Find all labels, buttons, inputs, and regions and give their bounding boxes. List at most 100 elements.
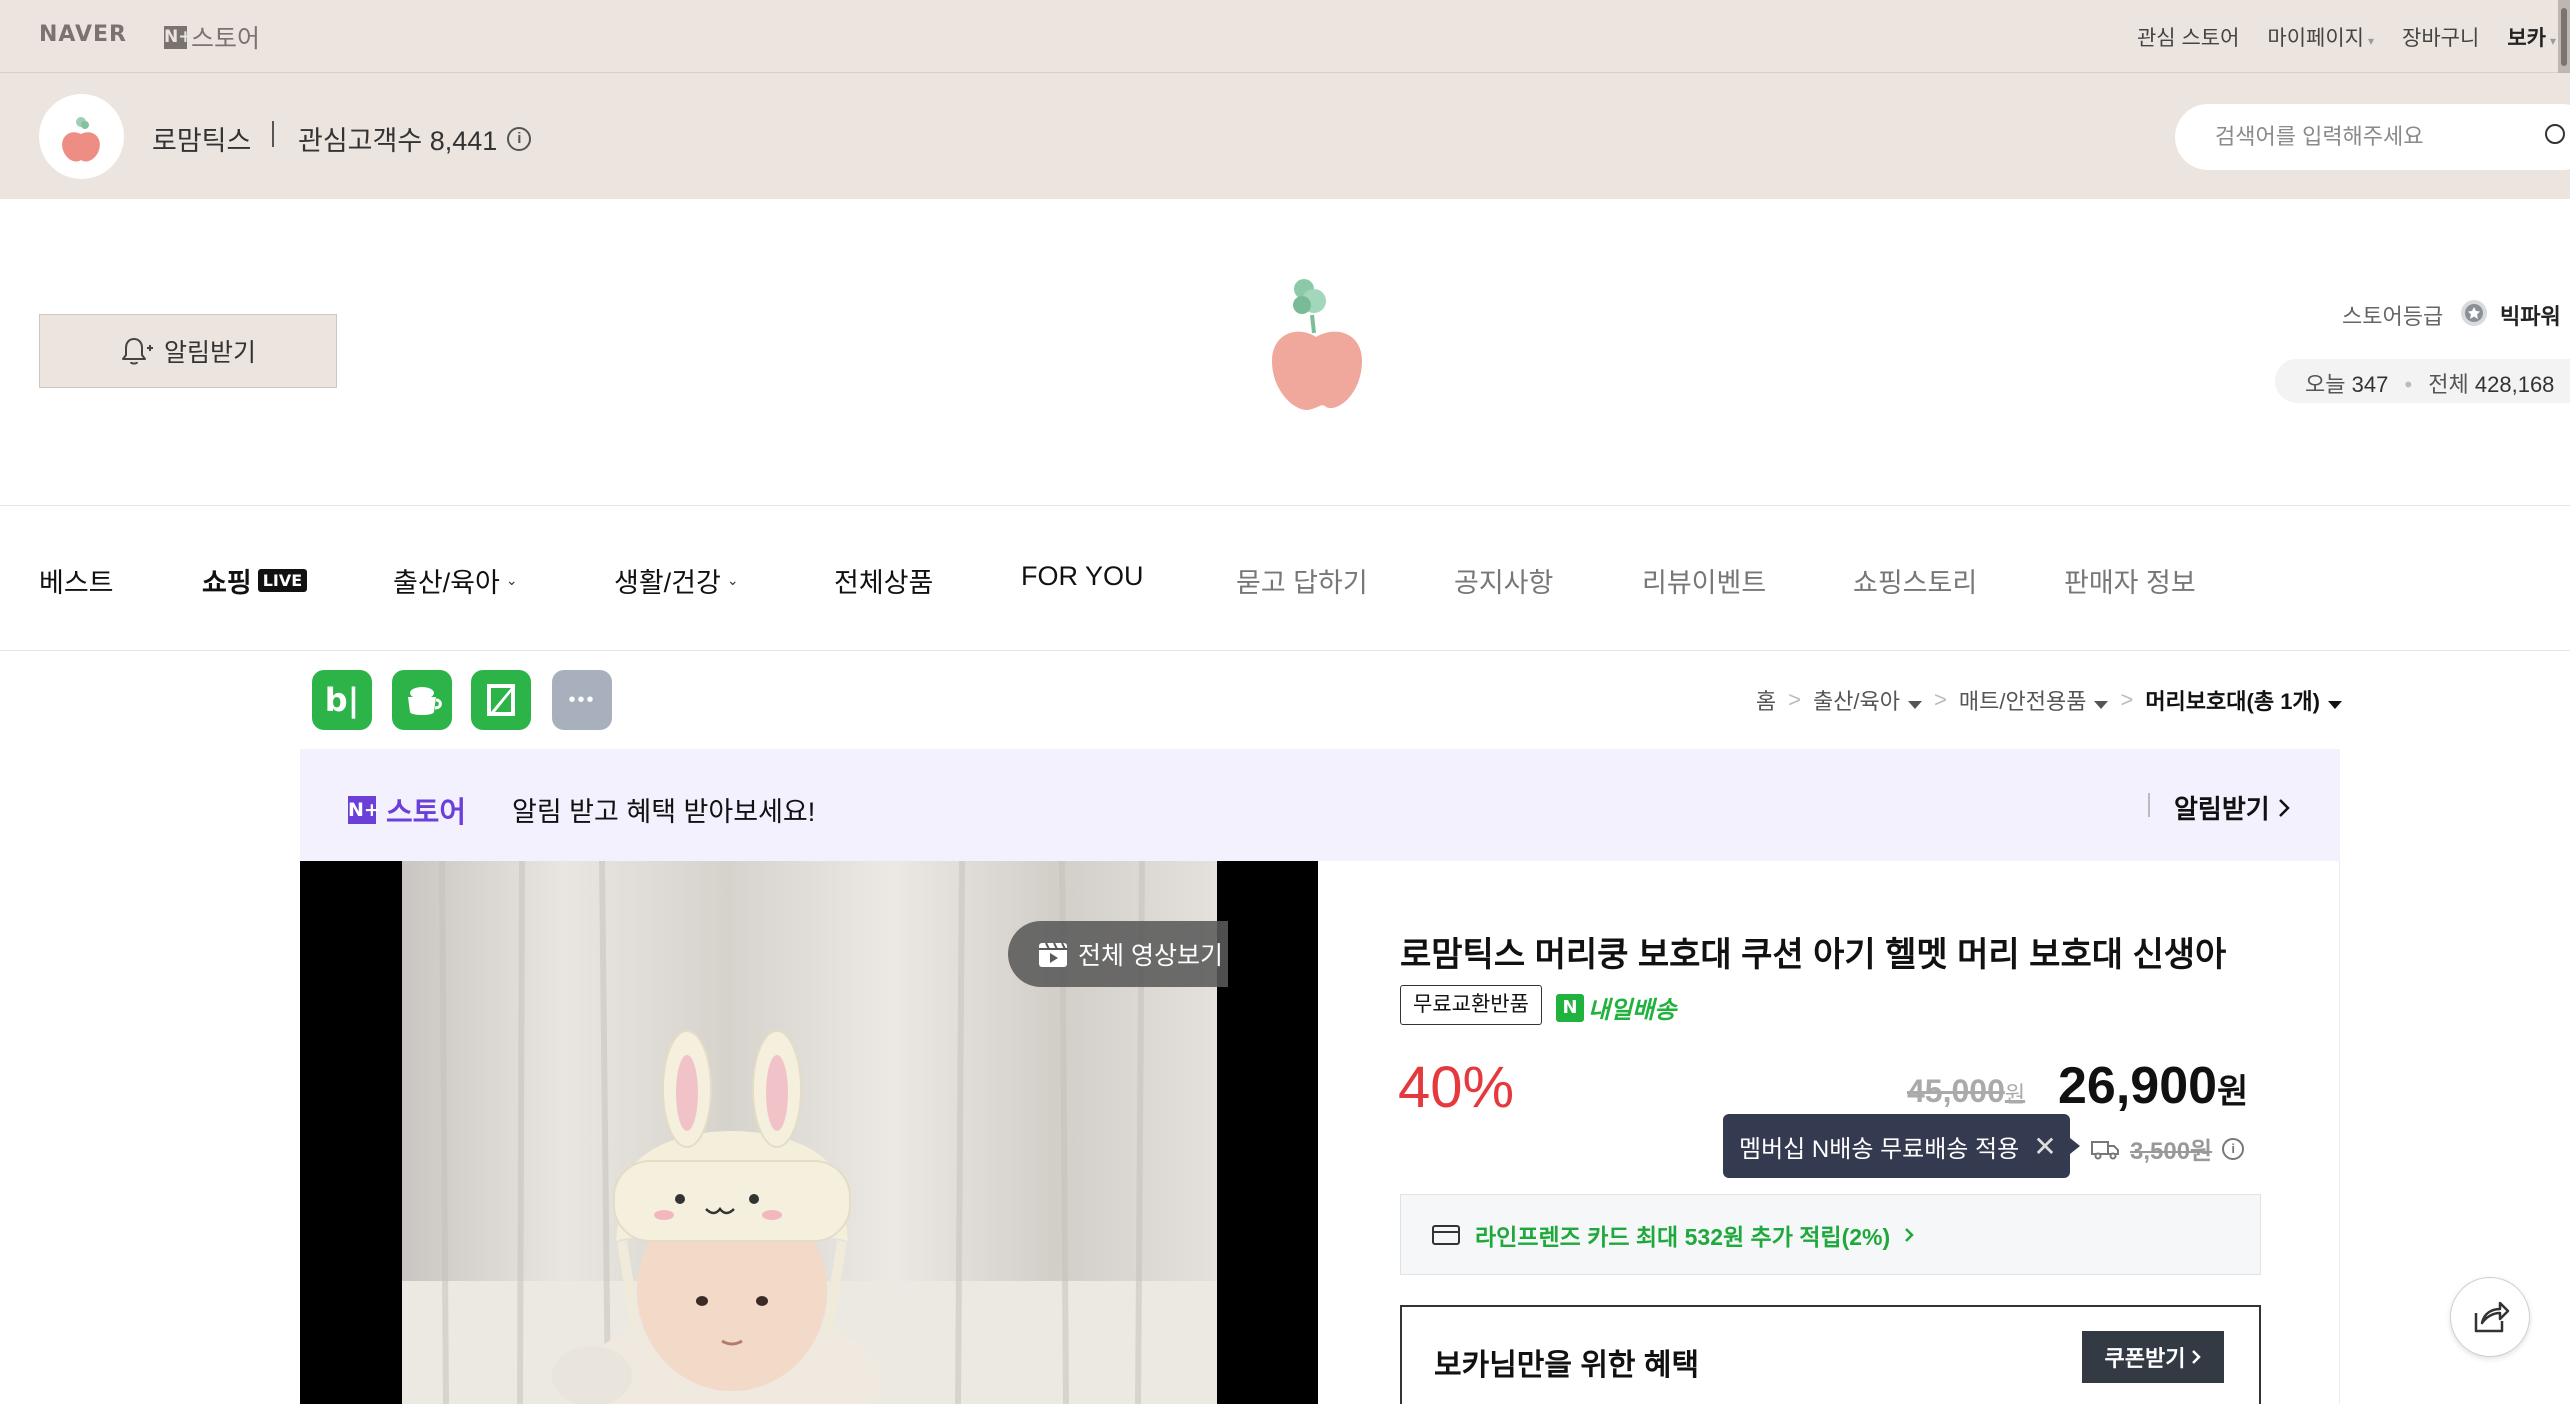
share-band-icon[interactable]	[471, 670, 531, 730]
nav-for-you[interactable]: FOR YOU	[1021, 561, 1144, 592]
nav-seller-info[interactable]: 판매자 정보	[2064, 561, 2196, 600]
followers-count: 관심고객수 8,441	[298, 126, 498, 156]
chevron-right-icon: >	[1934, 687, 1947, 712]
nav-best[interactable]: 베스트	[39, 561, 114, 600]
nplus-box: N+	[348, 796, 380, 824]
breadcrumb-current-count: (총 1개)	[2246, 689, 2320, 714]
nav-notice[interactable]: 공지사항	[1454, 561, 1553, 600]
breadcrumb-current[interactable]: 머리보호대(총 1개)	[2145, 684, 2342, 716]
info-icon[interactable]: i	[2222, 1137, 2245, 1160]
banner-alarm-link[interactable]: 알림받기	[2174, 789, 2290, 826]
today-label: 오늘	[2305, 372, 2346, 397]
breadcrumb-cat2[interactable]: 매트/안전용품	[1959, 684, 2109, 716]
nstore-logo[interactable]: N+ 스토어	[164, 19, 260, 55]
store-header: 알림받기 스토어등급 빅파워 오늘 347 • 전체 428,168	[0, 199, 2570, 506]
store-logo-apple[interactable]	[1262, 275, 1372, 425]
nstore-logo-text: 스토어	[191, 25, 261, 53]
original-price-unit: 원	[2004, 1082, 2026, 1107]
original-price: 45,000원	[1907, 1073, 2025, 1110]
nav-review-event[interactable]: 리뷰이벤트	[1642, 561, 1766, 600]
banner-alarm-label: 알림받기	[2174, 794, 2270, 824]
close-icon[interactable]: ✕	[2033, 1130, 2056, 1163]
discount-rate: 40%	[1398, 1055, 1515, 1120]
shipping-fee: 3,500원	[2130, 1138, 2213, 1165]
cart-link[interactable]: 장바구니	[2402, 22, 2479, 52]
chevron-right-icon: >	[1788, 687, 1801, 712]
triangle-down-icon	[2328, 701, 2342, 709]
nav-all-products[interactable]: 전체상품	[834, 561, 933, 600]
n-delivery-icon: N	[1556, 993, 1584, 1022]
share-blog-icon[interactable]: b|	[312, 670, 372, 730]
chevron-right-icon: >	[2120, 687, 2134, 712]
view-all-videos-label: 전체 영상보기	[1078, 942, 1223, 970]
band-icon	[487, 684, 515, 716]
total-count: 428,168	[2474, 372, 2555, 397]
video-play-icon	[1039, 942, 1067, 967]
global-top-bar: NAVER N+ 스토어 관심 스토어 마이페이지 ▾ 장바구니 보카 ▾	[0, 0, 2570, 73]
chevron-right-icon	[1905, 1227, 1914, 1242]
breadcrumb-cat1[interactable]: 출산/육아	[1812, 684, 1923, 716]
alarm-button[interactable]: 알림받기	[39, 314, 337, 388]
cafe-cup-icon	[408, 687, 442, 715]
store-name[interactable]: 로맘틱스	[152, 119, 251, 158]
divider	[272, 121, 274, 147]
store-bar: 로맘틱스 관심고객수 8,441 i	[0, 73, 2570, 199]
shipping-fee-row: 3,500원 i	[2090, 1131, 2245, 1166]
store-grade-value: 빅파워	[2500, 304, 2561, 329]
scrollbar[interactable]	[2558, 0, 2570, 73]
member-coupon-box: 보카님만을 위한 혜택 쿠폰받기	[1400, 1305, 2261, 1404]
store-followers: 관심고객수 8,441 i	[298, 119, 532, 158]
chevron-down-icon: ⌄	[726, 572, 739, 588]
breadcrumb-home[interactable]: 홈	[1756, 684, 1776, 716]
chevron-down-icon: ▾	[2368, 34, 2375, 48]
floating-share-button[interactable]	[2450, 1277, 2530, 1357]
view-all-videos-button[interactable]: 전체 영상보기	[1008, 921, 1228, 987]
nstore-banner-logo: N+ 스토어	[348, 789, 466, 831]
card-benefit-box[interactable]: 라인프렌즈 카드 최대 532원 추가 적립(2%)	[1400, 1194, 2261, 1275]
breadcrumb: 홈 > 출산/육아 > 매트/안전용품 > 머리보호대(총 1개)	[1756, 684, 2342, 716]
live-badge: LIVE	[257, 569, 308, 592]
search-box	[2175, 104, 2570, 170]
user-menu[interactable]: 보카 ▾	[2507, 22, 2556, 52]
triangle-down-icon	[1908, 701, 1923, 709]
breadcrumb-cat1-label: 출산/육아	[1812, 689, 1901, 714]
nav-qna[interactable]: 묻고 답하기	[1236, 561, 1368, 600]
info-icon[interactable]: i	[507, 126, 532, 151]
product-title: 로맘틱스 머리쿵 보호대 쿠션 아기 헬멧 머리 보호대 신생아	[1400, 936, 2227, 974]
get-coupon-label: 쿠폰받기	[2104, 1346, 2186, 1371]
naver-logo[interactable]: NAVER	[39, 22, 127, 47]
store-avatar[interactable]	[39, 94, 124, 179]
sale-price-value: 26,900	[2058, 1057, 2218, 1115]
breadcrumb-cat2-label: 매트/안전용품	[1958, 689, 2087, 714]
nav-life-health[interactable]: 생활/건강 ⌄	[614, 561, 739, 600]
sale-price: 26,900원	[2058, 1056, 2248, 1116]
total-label: 전체	[2428, 372, 2469, 397]
get-coupon-button[interactable]: 쿠폰받기	[2082, 1331, 2224, 1383]
category-nav: 베스트 쇼핑 LIVE 출산/육아 ⌄ 생활/건강 ⌄ 전체상품 FOR YOU…	[0, 506, 2570, 651]
credit-card-icon	[1432, 1224, 1460, 1245]
interest-store-link[interactable]: 관심 스토어	[2137, 22, 2239, 52]
share-cafe-icon[interactable]	[392, 670, 452, 730]
next-day-delivery-label: 내일배송	[1588, 997, 1677, 1024]
nav-birth-parenting[interactable]: 출산/육아 ⌄	[393, 561, 518, 600]
nav-shopping-live[interactable]: 쇼핑 LIVE	[202, 561, 308, 600]
breadcrumb-current-label: 머리보호대	[2145, 689, 2247, 714]
apple-logo-icon	[62, 117, 100, 162]
nav-birth-label: 출산/육아	[393, 568, 500, 598]
search-input[interactable]	[2215, 118, 2515, 156]
sale-price-unit: 원	[2217, 1073, 2249, 1111]
search-icon[interactable]	[2544, 123, 2570, 149]
alarm-button-label: 알림받기	[163, 339, 256, 367]
mypage-label: 마이페이지	[2267, 27, 2365, 50]
nav-shopping-story[interactable]: 쇼핑스토리	[1853, 561, 1977, 600]
triangle-down-icon	[2094, 701, 2109, 709]
next-day-delivery-tag: N 내일배송	[1556, 990, 1676, 1025]
chevron-right-icon	[2192, 1350, 2202, 1364]
card-benefit-text: 라인프렌즈 카드 최대 532원 추가 적립(2%)	[1475, 1223, 1891, 1250]
alarm-benefit-banner: N+ 스토어 알림 받고 혜택 받아보세요! 알림받기	[300, 749, 2340, 861]
original-price-value: 45,000	[1907, 1073, 2005, 1109]
mypage-link[interactable]: 마이페이지 ▾	[2267, 22, 2374, 52]
share-more-icon[interactable]: •••	[552, 670, 612, 730]
store-grade-label: 스토어등급	[2342, 304, 2444, 329]
top-nav: 관심 스토어 마이페이지 ▾ 장바구니 보카 ▾	[2137, 24, 2570, 50]
